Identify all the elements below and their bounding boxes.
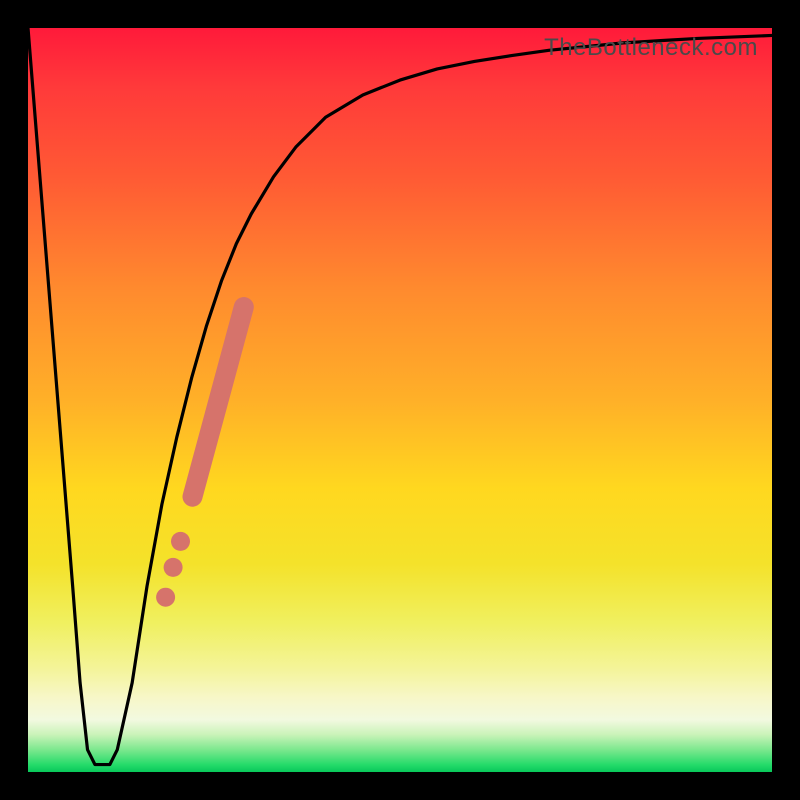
watermark-text: TheBottleneck.com (544, 34, 758, 62)
critical-range-dot-3 (171, 532, 190, 551)
critical-range-dot-1 (156, 588, 175, 607)
critical-range-bar (193, 307, 244, 497)
chart-frame: TheBottleneck.com (0, 0, 800, 800)
plot-area: TheBottleneck.com (28, 28, 772, 772)
chart-svg (28, 28, 772, 772)
critical-range-dot-2 (164, 558, 183, 577)
bottleneck-curve (28, 28, 772, 765)
